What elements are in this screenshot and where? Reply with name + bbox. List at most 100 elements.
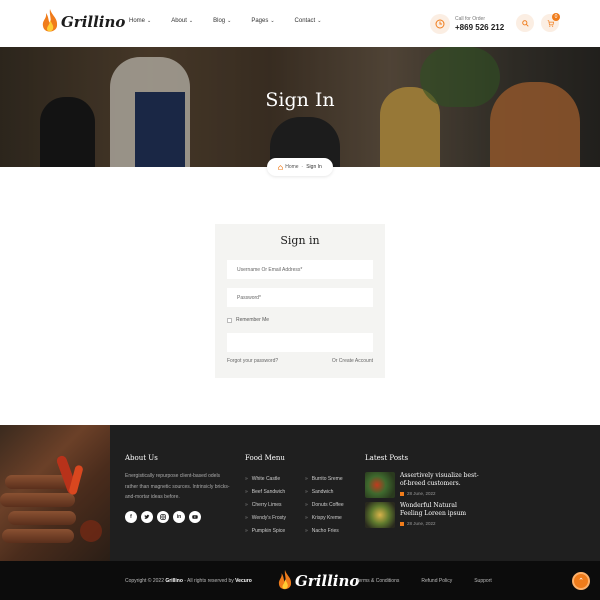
- forgot-password-link[interactable]: Forgot your password?: [227, 358, 278, 364]
- food-menu-col1: » White Castle » Beef Sandwich » Cherry Lim…: [245, 472, 286, 537]
- brand-logo[interactable]: Grillino: [40, 8, 125, 36]
- latest-posts-title: Latest Posts: [365, 454, 409, 462]
- chevron-down-icon: ⌄: [147, 18, 152, 24]
- food-menu-link[interactable]: » Wendy's Frosty: [245, 511, 286, 524]
- remember-label: Remember Me: [236, 317, 270, 323]
- food-menu-label: White Castle: [251, 475, 281, 482]
- remember-me[interactable]: Remember Me: [227, 317, 269, 323]
- food-menu-title: Food Menu: [245, 454, 285, 462]
- footer-logo[interactable]: Grillino: [276, 569, 359, 593]
- scroll-to-top-button[interactable]: ⌃: [572, 572, 590, 590]
- latest-post-item[interactable]: Wonderful Natural Feeling Loreen ipsum 2…: [365, 502, 480, 528]
- linkedin-icon[interactable]: in: [173, 511, 185, 523]
- footer-links: Terms & Conditions Refund Policy Support: [356, 578, 514, 584]
- post-date: 28 June, 2022: [407, 491, 436, 496]
- food-menu-label: Nacho Fries: [311, 527, 339, 534]
- remember-checkbox[interactable]: [227, 317, 232, 323]
- nav-item-about[interactable]: About ⌄: [171, 18, 193, 24]
- sign-in-form: Sign in Username Or Email Address* Passw…: [215, 224, 385, 378]
- food-menu-link[interactable]: » Krispy Kreme: [305, 511, 344, 524]
- instagram-icon[interactable]: [157, 511, 169, 523]
- food-menu-col2: » Burrito Sreme » Sandwich » Donuts Coffee …: [305, 472, 344, 537]
- password-input[interactable]: Password*: [227, 288, 373, 307]
- support-link[interactable]: Support: [474, 578, 492, 584]
- breadcrumb-home[interactable]: Home: [278, 164, 299, 170]
- footer-brand-name: Grillino: [295, 572, 360, 590]
- breadcrumb-separator: -: [301, 164, 304, 170]
- about-title: About Us: [125, 454, 158, 462]
- nav-label: Pages: [251, 18, 269, 24]
- twitter-icon[interactable]: [141, 511, 153, 523]
- cart-icon: [547, 19, 554, 27]
- nav-item-pages[interactable]: Pages ⌄: [251, 18, 274, 24]
- food-menu-label: Sandwich: [311, 488, 334, 495]
- about-text: Energistically repurpose client-based od…: [125, 473, 230, 500]
- food-menu-label: Beef Sandwich: [251, 488, 286, 495]
- calendar-icon: [400, 491, 404, 496]
- sign-in-button[interactable]: [227, 333, 373, 352]
- username-input[interactable]: Username Or Email Address*: [227, 260, 373, 279]
- youtube-icon[interactable]: [189, 511, 201, 523]
- nav-item-contact[interactable]: Contact ⌄: [295, 18, 322, 24]
- nav-label: Home: [129, 18, 146, 24]
- post-title[interactable]: Wonderful Natural Feeling Loreen ipsum: [400, 502, 480, 518]
- chevron-right-icon: »: [245, 475, 248, 482]
- food-menu-link[interactable]: » Sandwich: [305, 485, 344, 498]
- copyright-author-link[interactable]: Vecuro: [235, 578, 252, 584]
- post-title[interactable]: Assertively visualize best-of-breed cust…: [400, 472, 480, 488]
- chevron-right-icon: »: [305, 501, 308, 508]
- nav-label: About: [171, 18, 187, 24]
- copyright-prefix: Copyright © 2022: [125, 578, 164, 584]
- chevron-right-icon: »: [245, 488, 248, 495]
- nav-item-home[interactable]: Home ⌄: [129, 18, 151, 24]
- post-thumbnail[interactable]: [365, 502, 395, 528]
- chevron-down-icon: ⌄: [227, 18, 232, 24]
- brand-name: Grillino: [61, 13, 126, 31]
- food-menu-label: Krispy Kreme: [311, 514, 342, 521]
- home-icon: [278, 164, 284, 170]
- food-menu-link[interactable]: » Donuts Coffee: [305, 498, 344, 511]
- food-menu-label: Wendy's Frosty: [251, 514, 286, 521]
- food-menu-link[interactable]: » Nacho Fries: [305, 524, 344, 537]
- chevron-right-icon: »: [305, 488, 308, 495]
- call-number[interactable]: +869 526 212: [455, 23, 504, 32]
- site-footer: About Us Energistically repurpose client…: [0, 425, 600, 561]
- food-menu-label: Donuts Coffee: [311, 501, 344, 508]
- food-menu-label: Pumpkin Spice: [251, 527, 286, 534]
- call-for-order[interactable]: Call for Order +869 526 212: [430, 14, 504, 34]
- footer-bottom-bar: Copyright © 2022 Grillino - All rights r…: [0, 561, 600, 600]
- breadcrumb-current: Sign In: [306, 164, 322, 170]
- call-label: Call for Order: [455, 16, 486, 22]
- clock-icon: [430, 14, 450, 34]
- chevron-up-icon: ⌃: [578, 578, 584, 585]
- flame-icon: [42, 9, 58, 32]
- site-header: Grillino Home ⌄ About ⌄ Blog ⌄ Pages ⌄ Conta…: [0, 0, 600, 47]
- food-menu-link[interactable]: » White Castle: [245, 472, 286, 485]
- nav-label: Contact: [294, 18, 316, 24]
- page-hero: Sign In: [0, 47, 600, 167]
- breadcrumb: Home - Sign In: [267, 158, 333, 176]
- food-menu-link[interactable]: » Pumpkin Spice: [245, 524, 286, 537]
- search-button[interactable]: [516, 14, 534, 32]
- cart-count-badge: 0: [552, 13, 560, 21]
- latest-post-item[interactable]: Assertively visualize best-of-breed cust…: [365, 472, 480, 498]
- food-menu-link[interactable]: » Beef Sandwich: [245, 485, 286, 498]
- flame-icon: [278, 569, 292, 590]
- copyright-mid: - All rights reserved by: [184, 578, 234, 584]
- chevron-down-icon: ⌄: [270, 18, 275, 24]
- food-menu-link[interactable]: » Cherry Limes: [245, 498, 286, 511]
- refund-policy-link[interactable]: Refund Policy: [421, 578, 452, 584]
- facebook-icon[interactable]: f: [125, 511, 137, 523]
- food-menu-label: Cherry Limes: [251, 501, 282, 508]
- copyright-brand: Grillino: [165, 578, 183, 584]
- chevron-right-icon: »: [305, 475, 308, 482]
- post-thumbnail[interactable]: [365, 472, 395, 498]
- create-account-link[interactable]: Or Create Account: [332, 358, 373, 364]
- post-date: 28 June, 2022: [407, 521, 436, 526]
- food-menu-link[interactable]: » Burrito Sreme: [305, 472, 344, 485]
- terms-link[interactable]: Terms & Conditions: [356, 578, 399, 584]
- search-icon: [521, 19, 529, 27]
- calendar-icon: [400, 521, 404, 526]
- chevron-right-icon: »: [305, 527, 308, 534]
- nav-item-blog[interactable]: Blog ⌄: [213, 18, 231, 24]
